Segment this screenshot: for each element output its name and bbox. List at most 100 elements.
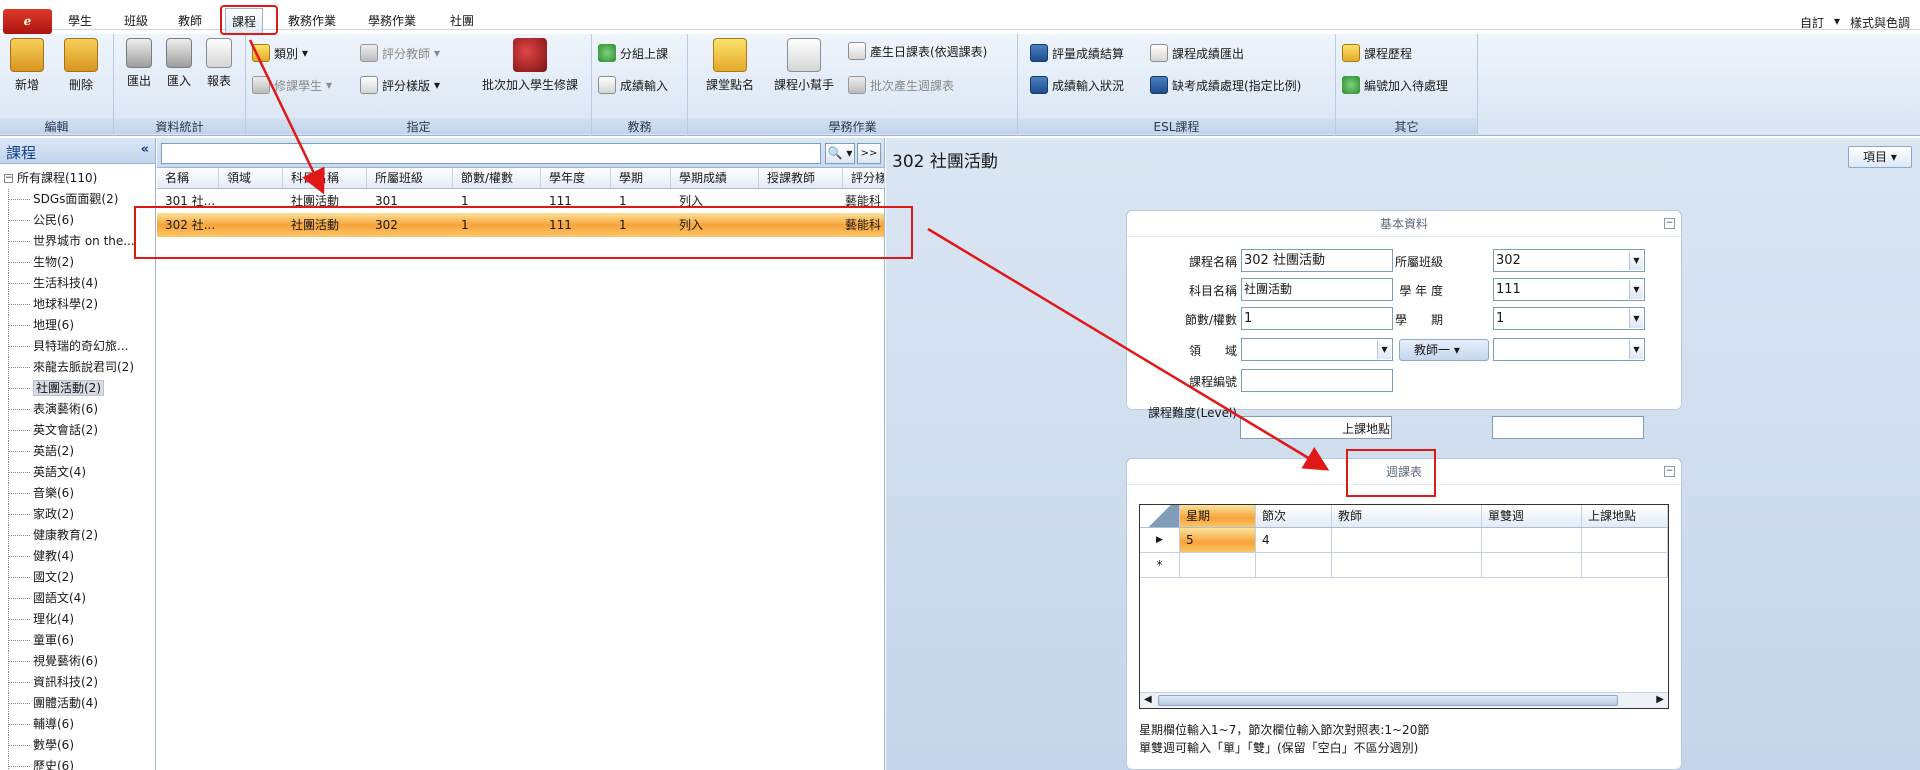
weekly-cell[interactable] xyxy=(1256,553,1332,577)
style-color-menu[interactable]: 樣式與色調 xyxy=(1850,14,1910,31)
chevron-down-icon[interactable]: ▼ xyxy=(1629,340,1643,359)
tree-item[interactable]: 資訊科技(2) xyxy=(0,672,154,693)
tree-item[interactable]: 健教(4) xyxy=(0,546,154,567)
tab-student-affairs[interactable]: 學務作業 xyxy=(368,12,416,30)
weekly-column-header[interactable]: 星期 xyxy=(1180,505,1256,527)
tree-item[interactable]: 音樂(6) xyxy=(0,483,154,504)
tab-academic[interactable]: 教務作業 xyxy=(288,12,336,30)
weekly-cell[interactable]: 4 xyxy=(1256,528,1332,552)
weekly-cell[interactable] xyxy=(1582,528,1668,552)
export-scores-button[interactable]: 課程成績匯出 xyxy=(1150,44,1244,62)
weekly-row[interactable]: ▶ 5 4 xyxy=(1140,528,1668,553)
tree-item[interactable]: 國語文(4) xyxy=(0,588,154,609)
location-field[interactable] xyxy=(1492,416,1644,439)
scroll-right-icon[interactable]: ▶ xyxy=(1656,694,1664,705)
tree-item[interactable]: 國文(2) xyxy=(0,567,154,588)
tree-item[interactable]: SDGs面面觀(2) xyxy=(0,189,154,210)
weekly-cell[interactable] xyxy=(1332,553,1482,577)
weekly-column-header[interactable]: 節次 xyxy=(1256,505,1332,527)
weekly-cell[interactable] xyxy=(1482,553,1582,577)
add-button[interactable]: 新增 xyxy=(6,38,48,93)
batch-weekly-schedule-button[interactable]: 批次產生週課表 xyxy=(848,76,954,94)
column-header[interactable]: 評分樣 xyxy=(843,168,885,188)
tree-item[interactable]: 童軍(6) xyxy=(0,630,154,651)
tree-item[interactable]: 理化(4) xyxy=(0,609,154,630)
enroll-students-button[interactable]: 修課學生 ▾ xyxy=(252,76,332,94)
roll-call-button[interactable]: 課堂點名 xyxy=(700,38,760,93)
customize-dropdown-icon[interactable]: ▾ xyxy=(1834,14,1840,28)
year-select[interactable]: 111 ▼ xyxy=(1493,278,1645,301)
tree-item[interactable]: 生物(2) xyxy=(0,252,154,273)
column-header[interactable]: 學期成績 xyxy=(671,168,759,188)
semester-select[interactable]: 1 ▼ xyxy=(1493,307,1645,330)
add-pending-button[interactable]: 編號加入待處理 xyxy=(1342,76,1448,94)
weekly-column-header[interactable]: 單雙週 xyxy=(1482,505,1582,527)
tree-item[interactable]: 公民(6) xyxy=(0,210,154,231)
course-history-button[interactable]: 課程歷程 xyxy=(1342,44,1412,62)
class-select[interactable]: 302 ▼ xyxy=(1493,249,1645,272)
tree-item[interactable]: 地理(6) xyxy=(0,315,154,336)
tab-classes[interactable]: 班級 xyxy=(124,12,148,30)
more-options-button[interactable]: >> xyxy=(857,143,881,164)
teacher-role-button[interactable]: 教師一 ▾ xyxy=(1399,339,1489,361)
tree-item[interactable]: 來龍去脈說君司(2) xyxy=(0,357,154,378)
tree-item[interactable]: 數學(6) xyxy=(0,735,154,756)
score-template-button[interactable]: 評分樣版 ▾ xyxy=(360,76,440,94)
weekly-new-row[interactable]: * xyxy=(1140,553,1668,578)
tree-item[interactable]: 表演藝術(6) xyxy=(0,399,154,420)
input-status-button[interactable]: 成績輸入狀況 xyxy=(1030,76,1124,94)
scrollbar-thumb[interactable] xyxy=(1158,695,1618,706)
tree-item[interactable]: 英語文(4) xyxy=(0,462,154,483)
domain-select[interactable]: ▼ xyxy=(1241,338,1393,361)
column-header[interactable]: 節數/權數 xyxy=(453,168,541,188)
batch-add-button[interactable]: 批次加入學生修課 xyxy=(474,38,586,93)
items-dropdown-button[interactable]: 項目 ▾ xyxy=(1848,146,1912,168)
weekly-cell[interactable] xyxy=(1180,553,1256,577)
weekly-cell[interactable]: 5 xyxy=(1180,528,1256,552)
column-header[interactable]: 學年度 xyxy=(541,168,611,188)
column-header[interactable]: 所屬班級 xyxy=(367,168,453,188)
tree-item[interactable]: 社團活動(2) xyxy=(0,378,154,399)
tree-item[interactable]: 地球科學(2) xyxy=(0,294,154,315)
tree-item[interactable]: 視覺藝術(6) xyxy=(0,651,154,672)
score-input-button[interactable]: 成績輸入 xyxy=(598,76,668,94)
column-header[interactable]: 名稱 xyxy=(157,168,219,188)
select-all-corner[interactable] xyxy=(1140,505,1180,527)
column-header[interactable]: 學期 xyxy=(611,168,671,188)
weekly-column-header[interactable]: 教師 xyxy=(1332,505,1482,527)
export-button[interactable]: 匯出 xyxy=(122,38,156,89)
absence-score-button[interactable]: 缺考成績處理(指定比例) xyxy=(1150,76,1301,94)
tree-item[interactable]: 家政(2) xyxy=(0,504,154,525)
weekly-cell[interactable] xyxy=(1582,553,1668,577)
category-button[interactable]: 類別 ▾ xyxy=(252,44,308,62)
column-header[interactable]: 科目名稱 xyxy=(283,168,367,188)
basic-info-collapse-icon[interactable]: − xyxy=(1664,218,1675,229)
tab-teachers[interactable]: 教師 xyxy=(178,12,202,30)
tree-item[interactable]: 團體活動(4) xyxy=(0,693,154,714)
eval-calc-button[interactable]: 評量成績結算 xyxy=(1030,44,1124,62)
collapse-panel-button[interactable]: « xyxy=(141,142,149,157)
teacher-select[interactable]: ▼ xyxy=(1493,338,1645,361)
tree-item[interactable]: 英語(2) xyxy=(0,441,154,462)
app-menu-button[interactable]: ℯ xyxy=(3,9,52,34)
column-header[interactable]: 授課教師 xyxy=(759,168,843,188)
chevron-down-icon[interactable]: ▼ xyxy=(1629,251,1643,270)
tree-item[interactable]: 英文會話(2) xyxy=(0,420,154,441)
course-helper-button[interactable]: 課程小幫手 xyxy=(768,38,840,93)
horizontal-scrollbar[interactable]: ◀ ▶ xyxy=(1140,692,1668,708)
delete-button[interactable]: 刪除 xyxy=(60,38,102,93)
column-header[interactable]: 領域 xyxy=(219,168,283,188)
search-input[interactable] xyxy=(161,143,821,164)
import-button[interactable]: 匯入 xyxy=(162,38,196,89)
weekly-column-header[interactable]: 上課地點 xyxy=(1582,505,1668,527)
search-icon[interactable]: 🔍 ▾ xyxy=(825,143,855,164)
tab-students[interactable]: 學生 xyxy=(68,12,92,30)
eval-teacher-button[interactable]: 評分教師 ▾ xyxy=(360,44,440,62)
tree-item[interactable]: 世界城市 on the... xyxy=(0,231,154,252)
tree-item[interactable]: 健康教育(2) xyxy=(0,525,154,546)
scroll-left-icon[interactable]: ◀ xyxy=(1144,694,1152,705)
tree-root-all-courses[interactable]: − 所有課程(110) xyxy=(0,168,155,189)
chevron-down-icon[interactable]: ▼ xyxy=(1629,280,1643,299)
weekly-cell[interactable] xyxy=(1482,528,1582,552)
tree-item[interactable]: 貝特瑞的奇幻旅... xyxy=(0,336,154,357)
